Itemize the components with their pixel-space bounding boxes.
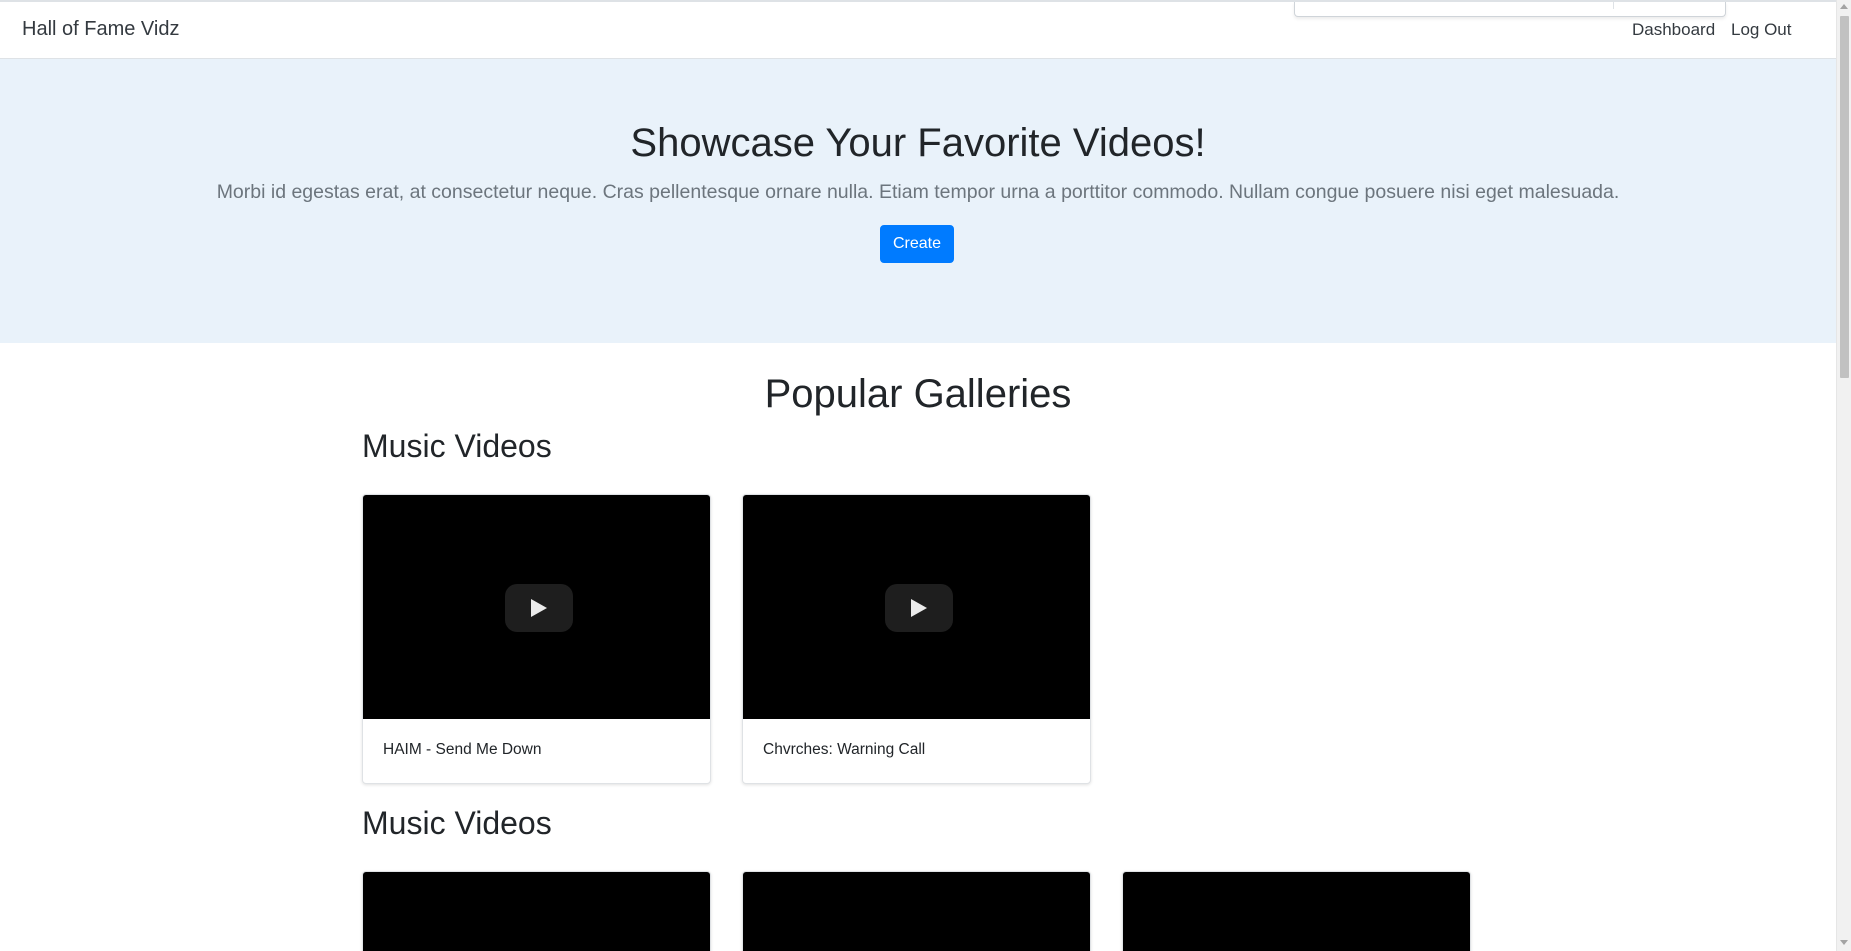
hero-lead: Morbi id egestas erat, at consectetur ne… <box>216 181 1620 203</box>
scroll-down-arrow-icon[interactable] <box>1840 940 1848 945</box>
video-player[interactable] <box>1123 872 1470 951</box>
scrollbar-thumb[interactable] <box>1840 16 1849 378</box>
play-icon <box>531 599 547 617</box>
video-title: HAIM - Send Me Down <box>383 741 542 758</box>
play-icon <box>911 599 927 617</box>
play-button[interactable] <box>885 584 953 632</box>
video-player[interactable] <box>743 495 1090 719</box>
vertical-scrollbar[interactable] <box>1836 0 1851 951</box>
gallery-title: Music Videos <box>362 428 552 464</box>
browser-viewport: Hall of Fame Vidz Dashboard Log Out Show… <box>0 0 1851 951</box>
hero-title: Showcase Your Favorite Videos! <box>630 121 1206 165</box>
page: Hall of Fame Vidz Dashboard Log Out Show… <box>0 0 1836 951</box>
nav-logout-link[interactable]: Log Out <box>1731 20 1792 40</box>
video-card <box>742 871 1091 951</box>
nav-dashboard-link[interactable]: Dashboard <box>1632 20 1715 40</box>
scroll-up-arrow-icon[interactable] <box>1840 4 1848 9</box>
video-player[interactable] <box>363 495 710 719</box>
video-player[interactable] <box>363 872 710 951</box>
dropdown-divider <box>1613 2 1614 9</box>
hero-jumbotron: Showcase Your Favorite Videos! Morbi id … <box>0 59 1836 343</box>
video-title: Chvrches: Warning Call <box>763 741 926 758</box>
video-player[interactable] <box>743 872 1090 951</box>
video-card: Chvrches: Warning Call <box>742 494 1091 784</box>
play-button[interactable] <box>505 584 573 632</box>
create-button[interactable]: Create <box>880 225 954 263</box>
video-card <box>1122 871 1471 951</box>
video-card: HAIM - Send Me Down <box>362 494 711 784</box>
dropdown-panel <box>1294 2 1726 17</box>
gallery-title: Music Videos <box>362 805 552 841</box>
navbar: Hall of Fame Vidz Dashboard Log Out <box>0 0 1836 59</box>
video-card <box>362 871 711 951</box>
brand-link[interactable]: Hall of Fame Vidz <box>22 18 179 41</box>
popular-galleries-title: Popular Galleries <box>764 372 1072 416</box>
